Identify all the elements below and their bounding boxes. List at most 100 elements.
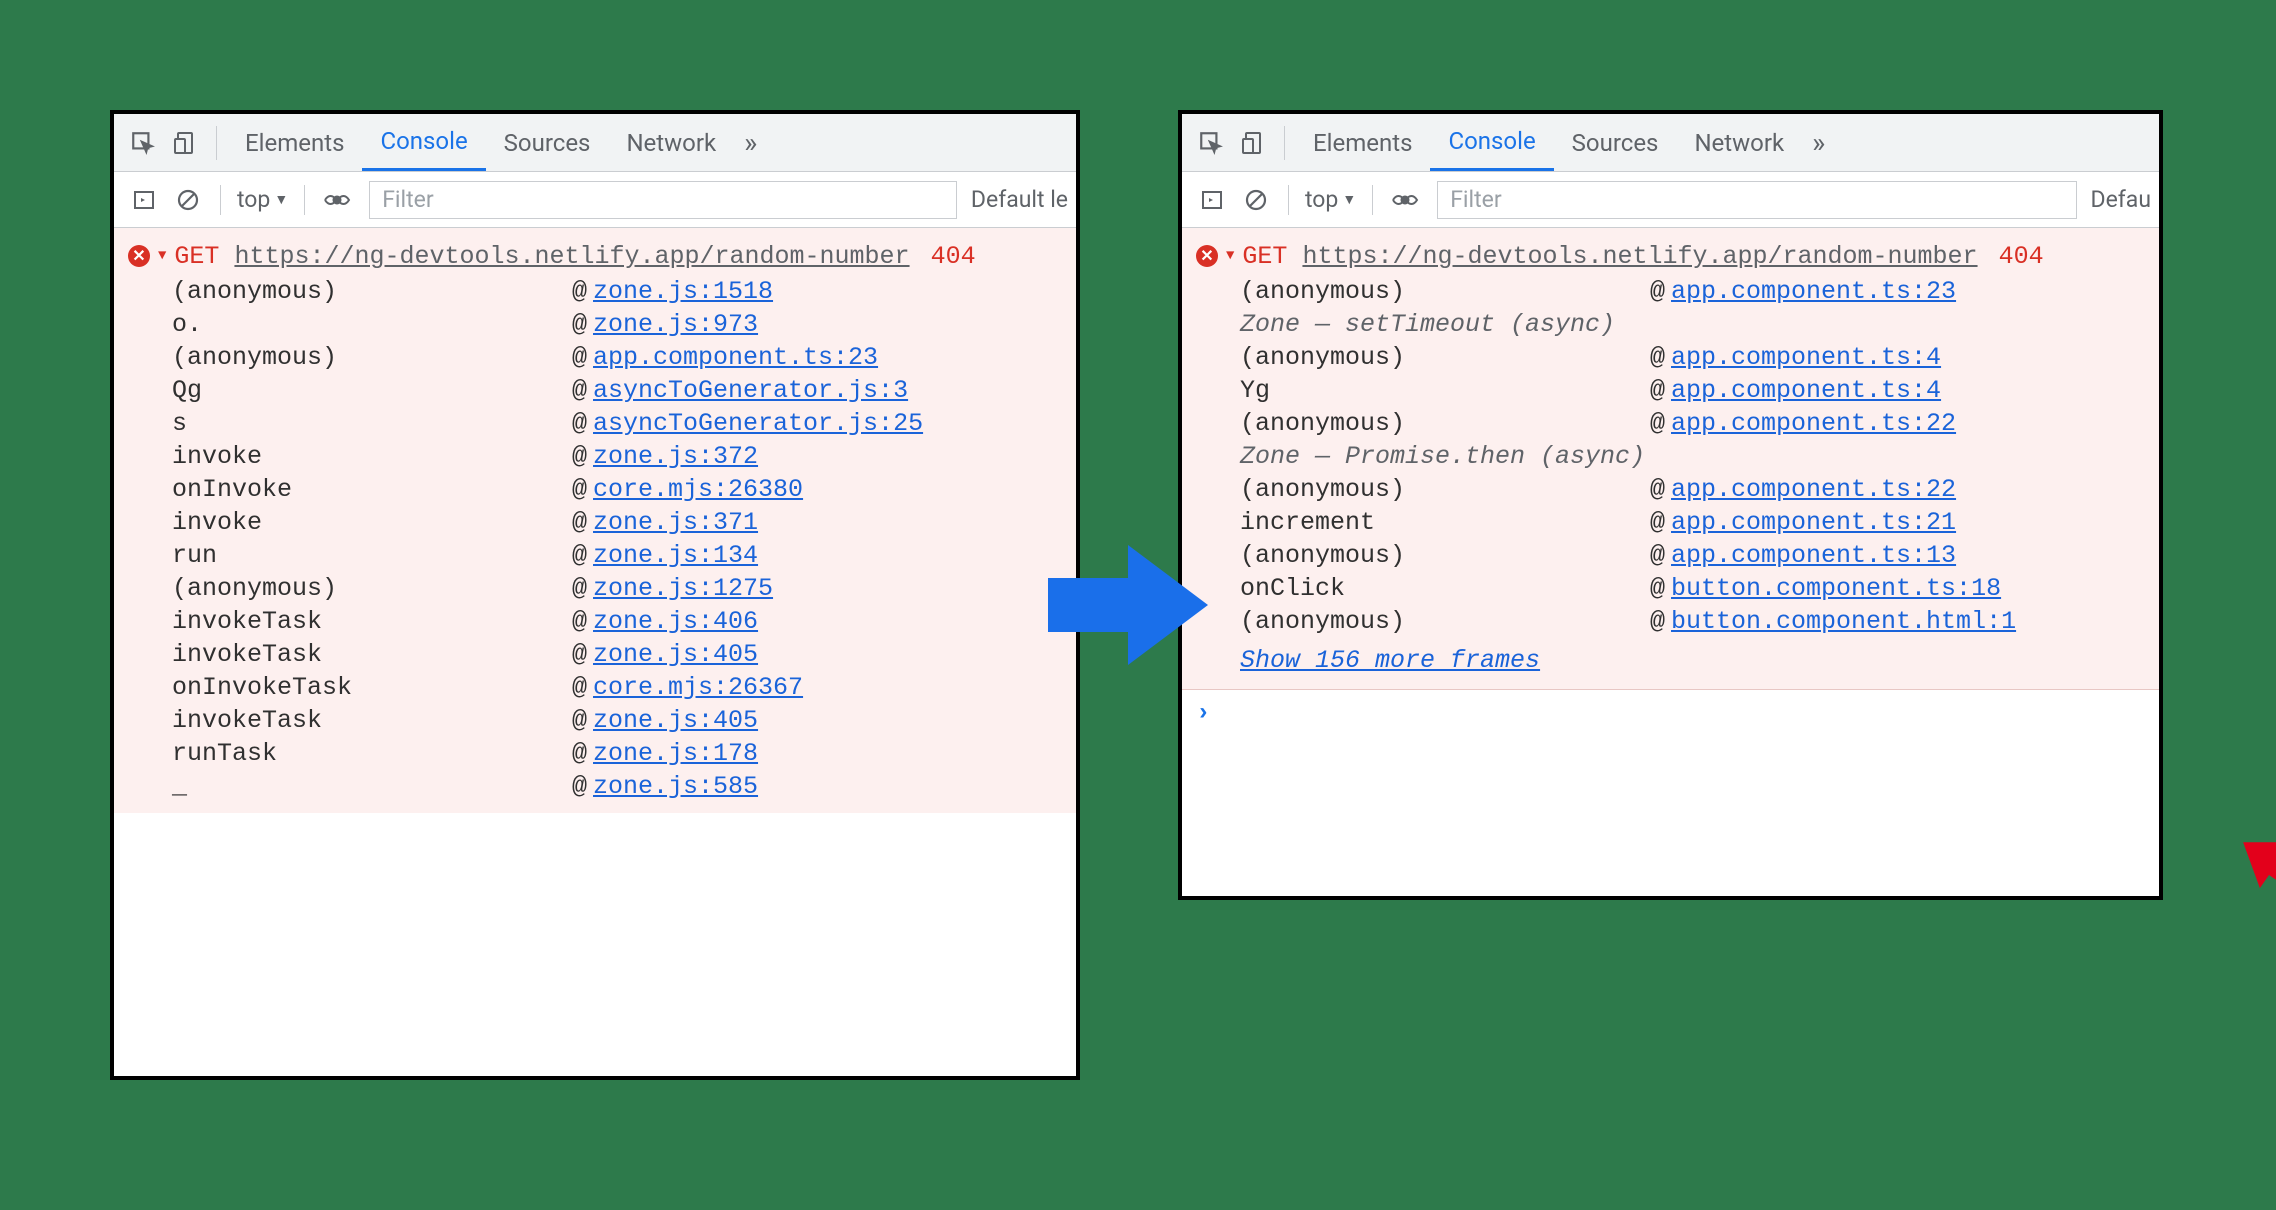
stack-frame: increment@app.component.ts:21 (1182, 506, 2159, 539)
source-link[interactable]: button.component.ts:18 (1671, 574, 2001, 603)
at-symbol: @ (1650, 574, 1665, 603)
devtools-panel-before: Elements Console Sources Network » top ▼… (110, 110, 1080, 1080)
context-label: top (237, 186, 270, 213)
source-link[interactable]: core.mjs:26380 (593, 475, 803, 504)
context-selector[interactable]: top ▼ (1299, 186, 1362, 213)
at-symbol: @ (572, 607, 587, 636)
source-link[interactable]: zone.js:1518 (593, 277, 773, 306)
tab-console[interactable]: Console (362, 114, 485, 171)
callout-arrow-icon (2230, 828, 2276, 908)
source-link[interactable]: app.component.ts:21 (1671, 508, 1956, 537)
tab-sources[interactable]: Sources (486, 114, 609, 171)
source-link[interactable]: zone.js:371 (593, 508, 758, 537)
tab-network[interactable]: Network (608, 114, 734, 171)
separator (220, 185, 221, 215)
device-toolbar-icon[interactable] (1234, 124, 1272, 162)
source-link[interactable]: core.mjs:26367 (593, 673, 803, 702)
at-symbol: @ (1650, 508, 1665, 537)
console-prompt[interactable]: › (1182, 689, 2159, 737)
source-link[interactable]: app.component.ts:13 (1671, 541, 1956, 570)
frame-function: o. (172, 310, 572, 339)
stack-frame: invoke@zone.js:372 (114, 440, 1076, 473)
source-link[interactable]: app.component.ts:4 (1671, 376, 1941, 405)
log-levels-selector[interactable]: Defau (2087, 186, 2151, 213)
separator (216, 126, 217, 160)
source-link[interactable]: app.component.ts:4 (1671, 343, 1941, 372)
frame-function: invoke (172, 508, 572, 537)
at-symbol: @ (1650, 607, 1665, 636)
devtools-tabbar: Elements Console Sources Network » (114, 114, 1076, 172)
show-more-frames-link[interactable]: Show 156 more frames (1182, 638, 2159, 679)
frame-function: (anonymous) (172, 343, 572, 372)
at-symbol: @ (572, 574, 587, 603)
tab-network[interactable]: Network (1676, 114, 1802, 171)
tab-sources[interactable]: Sources (1554, 114, 1677, 171)
stack-frame: s@asyncToGenerator.js:25 (114, 407, 1076, 440)
stack-frame: (anonymous)@app.component.ts:23 (1182, 275, 2159, 308)
more-tabs-icon[interactable]: » (734, 126, 767, 159)
console-sidebar-toggle-icon[interactable] (126, 182, 162, 218)
more-tabs-icon[interactable]: » (1802, 126, 1835, 159)
source-link[interactable]: zone.js:134 (593, 541, 758, 570)
console-sidebar-toggle-icon[interactable] (1194, 182, 1230, 218)
stack-frame: invokeTask@zone.js:405 (114, 638, 1076, 671)
tab-elements[interactable]: Elements (227, 114, 362, 171)
tab-elements[interactable]: Elements (1295, 114, 1430, 171)
disclosure-triangle-icon[interactable]: ▼ (158, 248, 166, 264)
frame-function: _ (172, 772, 572, 801)
at-symbol: @ (1650, 343, 1665, 372)
stack-frame: Qg@asyncToGenerator.js:3 (114, 374, 1076, 407)
source-link[interactable]: asyncToGenerator.js:3 (593, 376, 908, 405)
source-link[interactable]: zone.js:973 (593, 310, 758, 339)
stack-frame: (anonymous)@app.component.ts:22 (1182, 407, 2159, 440)
at-symbol: @ (572, 310, 587, 339)
filter-input[interactable]: Filter (369, 181, 957, 219)
inspect-element-icon[interactable] (1192, 124, 1230, 162)
clear-console-icon[interactable] (170, 182, 206, 218)
source-link[interactable]: zone.js:405 (593, 640, 758, 669)
source-link[interactable]: app.component.ts:23 (593, 343, 878, 372)
error-message: ✕ ▼ GET https://ng-devtools.netlify.app/… (114, 238, 1076, 275)
source-link[interactable]: zone.js:1275 (593, 574, 773, 603)
async-boundary-header: Zone — Promise.then (async) (1182, 440, 2159, 473)
frame-function: onClick (1240, 574, 1650, 603)
frame-function: increment (1240, 508, 1650, 537)
disclosure-triangle-icon[interactable]: ▼ (1226, 248, 1234, 264)
at-symbol: @ (572, 442, 587, 471)
devtools-tabbar: Elements Console Sources Network » (1182, 114, 2159, 172)
filter-input[interactable]: Filter (1437, 181, 2076, 219)
source-link[interactable]: zone.js:178 (593, 739, 758, 768)
source-link[interactable]: app.component.ts:22 (1671, 475, 1956, 504)
live-expression-icon[interactable] (319, 182, 355, 218)
at-symbol: @ (572, 772, 587, 801)
context-label: top (1305, 186, 1338, 213)
error-icon: ✕ (128, 245, 150, 267)
at-symbol: @ (572, 376, 587, 405)
stack-frame: (anonymous)@app.component.ts:23 (114, 341, 1076, 374)
at-symbol: @ (572, 343, 587, 372)
log-levels-selector[interactable]: Default le (967, 186, 1068, 213)
source-link[interactable]: zone.js:406 (593, 607, 758, 636)
context-selector[interactable]: top ▼ (231, 186, 294, 213)
clear-console-icon[interactable] (1238, 182, 1274, 218)
source-link[interactable]: zone.js:405 (593, 706, 758, 735)
async-boundary-header: Zone — setTimeout (async) (1182, 308, 2159, 341)
inspect-element-icon[interactable] (124, 124, 162, 162)
live-expression-icon[interactable] (1387, 182, 1423, 218)
device-toolbar-icon[interactable] (166, 124, 204, 162)
source-link[interactable]: app.component.ts:22 (1671, 409, 1956, 438)
source-link[interactable]: zone.js:372 (593, 442, 758, 471)
source-link[interactable]: zone.js:585 (593, 772, 758, 801)
stack-frame: onClick@button.component.ts:18 (1182, 572, 2159, 605)
http-method: GET (174, 242, 219, 271)
filter-placeholder: Filter (382, 186, 433, 213)
source-link[interactable]: button.component.html:1 (1671, 607, 2016, 636)
at-symbol: @ (1650, 541, 1665, 570)
tab-console[interactable]: Console (1430, 114, 1553, 171)
request-url[interactable]: https://ng-devtools.netlify.app/random-n… (1302, 242, 1977, 271)
stack-frame: (anonymous)@app.component.ts:22 (1182, 473, 2159, 506)
stack-frame: (anonymous)@zone.js:1275 (114, 572, 1076, 605)
request-url[interactable]: https://ng-devtools.netlify.app/random-n… (234, 242, 909, 271)
source-link[interactable]: asyncToGenerator.js:25 (593, 409, 923, 438)
source-link[interactable]: app.component.ts:23 (1671, 277, 1956, 306)
